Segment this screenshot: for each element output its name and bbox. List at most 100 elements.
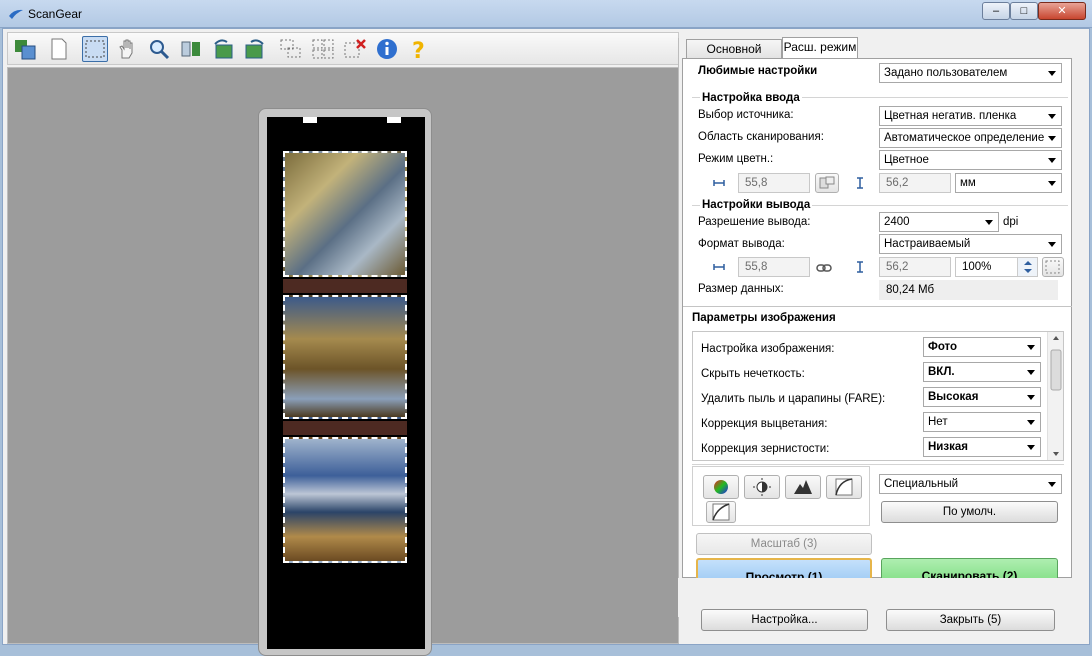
whole-image-icon[interactable] (46, 36, 72, 62)
frame-separator (283, 421, 407, 435)
toolbar: ? (7, 32, 679, 65)
brightness-icon (753, 478, 771, 496)
output-format-label: Формат вывода: (698, 238, 785, 250)
input-settings-title: Настройка ввода (700, 92, 802, 104)
list-item: Настройка изображения: Фото (693, 335, 1041, 360)
crop-icon[interactable] (82, 36, 108, 62)
resolution-select[interactable]: 2400 (879, 212, 999, 232)
list-item: Удалить пыль и царапины (FARE): Высокая (693, 385, 1041, 410)
film-frame-3[interactable] (282, 436, 408, 564)
brightness-contrast-button[interactable] (744, 475, 780, 499)
scangear-app-icon (9, 9, 23, 19)
window-title: ScanGear (28, 7, 83, 21)
divider (678, 38, 679, 615)
unit-select[interactable]: мм (955, 173, 1062, 193)
output-width-field: 55,8 (738, 257, 810, 277)
panel-scrollbar[interactable] (1073, 58, 1087, 578)
final-review-icon (712, 503, 730, 521)
fare-select[interactable]: Высокая (923, 387, 1041, 407)
saturation-balance-button[interactable] (703, 475, 739, 499)
zoom-button[interactable]: Масштаб (3) (696, 533, 872, 555)
scale-stepper[interactable] (1017, 258, 1037, 276)
film-marker (387, 117, 401, 123)
data-size-label: Размер данных: (698, 283, 784, 295)
title-bar: ScanGear – □ ✕ (0, 0, 1092, 28)
output-settings-title: Настройки вывода (700, 199, 813, 211)
select-all-frames-icon[interactable] (310, 36, 336, 62)
resolution-label: Разрешение вывода: (698, 216, 811, 228)
height-icon (857, 261, 863, 273)
thumbnail-icon[interactable] (12, 36, 38, 62)
minimize-button[interactable]: – (982, 2, 1010, 20)
list-item: Скрыть нечеткость: ВКЛ. (693, 360, 1041, 385)
scan-area-select[interactable]: Автоматическое определение (879, 128, 1062, 148)
chevron-down-icon (1027, 445, 1035, 450)
scan-area-label: Область сканирования: (698, 131, 824, 143)
tone-preset-select[interactable]: Специальный (879, 474, 1062, 494)
film-frame-2[interactable] (282, 294, 408, 420)
image-params-scrollbar[interactable] (1047, 332, 1063, 460)
hand-icon[interactable] (114, 36, 140, 62)
chevron-down-icon (1048, 482, 1056, 487)
source-label: Выбор источника: (698, 109, 794, 121)
favorites-select[interactable]: Задано пользователем (879, 63, 1062, 83)
mirror-icon[interactable] (178, 36, 204, 62)
swap-orientation-button[interactable] (815, 173, 839, 193)
tone-curve-button[interactable] (826, 475, 862, 499)
color-mode-select[interactable]: Цветное (879, 150, 1062, 170)
histogram-button[interactable] (785, 475, 821, 499)
chevron-down-icon (1027, 395, 1035, 400)
rotate-right-icon[interactable] (242, 36, 268, 62)
info-icon[interactable] (374, 36, 400, 62)
chevron-down-icon (1048, 71, 1056, 76)
settings-button[interactable]: Настройка... (701, 609, 868, 631)
film-holder (258, 108, 432, 656)
histogram-icon (794, 480, 812, 494)
favorites-label: Любимые настройки (698, 65, 818, 77)
image-params-title: Параметры изображения (692, 312, 836, 324)
chevron-down-icon (1027, 370, 1035, 375)
link-icon[interactable] (816, 261, 832, 275)
tab-basic-mode[interactable]: Основной режим (686, 39, 782, 74)
output-format-select[interactable]: Настраиваемый (879, 234, 1062, 254)
resolution-unit: dpi (1003, 216, 1019, 228)
chevron-down-icon (1048, 136, 1056, 141)
chevron-down-icon (1027, 420, 1035, 425)
width-icon (713, 264, 725, 270)
height-icon (857, 177, 863, 189)
rotate-left-icon[interactable] (210, 36, 236, 62)
help-icon[interactable]: ? (406, 36, 432, 64)
width-icon (713, 180, 725, 186)
final-review-button[interactable] (706, 501, 736, 523)
grain-correction-select[interactable]: Низкая (923, 437, 1041, 457)
close-window-button[interactable]: ✕ (1038, 2, 1086, 20)
delete-crop-icon[interactable] (342, 36, 368, 62)
list-item: Коррекция выцветания: Нет (693, 410, 1041, 435)
svg-text:?: ? (412, 39, 425, 61)
fading-correction-select[interactable]: Нет (923, 412, 1041, 432)
auto-crop-icon[interactable] (278, 36, 304, 62)
color-mode-label: Режим цветн.: (698, 153, 774, 165)
input-height-field: 56,2 (879, 173, 951, 193)
chevron-down-icon (1048, 181, 1056, 186)
defaults-button[interactable]: По умолч. (881, 501, 1058, 523)
close-button[interactable]: Закрыть (5) (886, 609, 1055, 631)
chevron-down-icon (985, 220, 993, 225)
output-height-field: 56,2 (879, 257, 951, 277)
tone-curve-icon (835, 478, 853, 496)
tab-advanced-mode[interactable]: Расш. режим (782, 37, 858, 58)
film-frame-1[interactable] (282, 150, 408, 278)
source-select[interactable]: Цветная негатив. пленка (879, 106, 1062, 126)
maximize-button[interactable]: □ (1010, 2, 1038, 20)
preview-area[interactable] (7, 67, 679, 656)
image-params-list: Настройка изображения: Фото Скрыть нечет… (692, 331, 1064, 461)
unsharp-mask-select[interactable]: ВКЛ. (923, 362, 1041, 382)
chevron-down-icon (1048, 158, 1056, 163)
section-divider (692, 464, 1064, 465)
image-adjust-select[interactable]: Фото (923, 337, 1041, 357)
zoom-icon[interactable] (146, 36, 172, 62)
reset-size-button[interactable] (1042, 257, 1064, 277)
film-strip (267, 117, 425, 649)
section-divider (683, 306, 1072, 307)
color-wheel-icon (714, 480, 728, 494)
